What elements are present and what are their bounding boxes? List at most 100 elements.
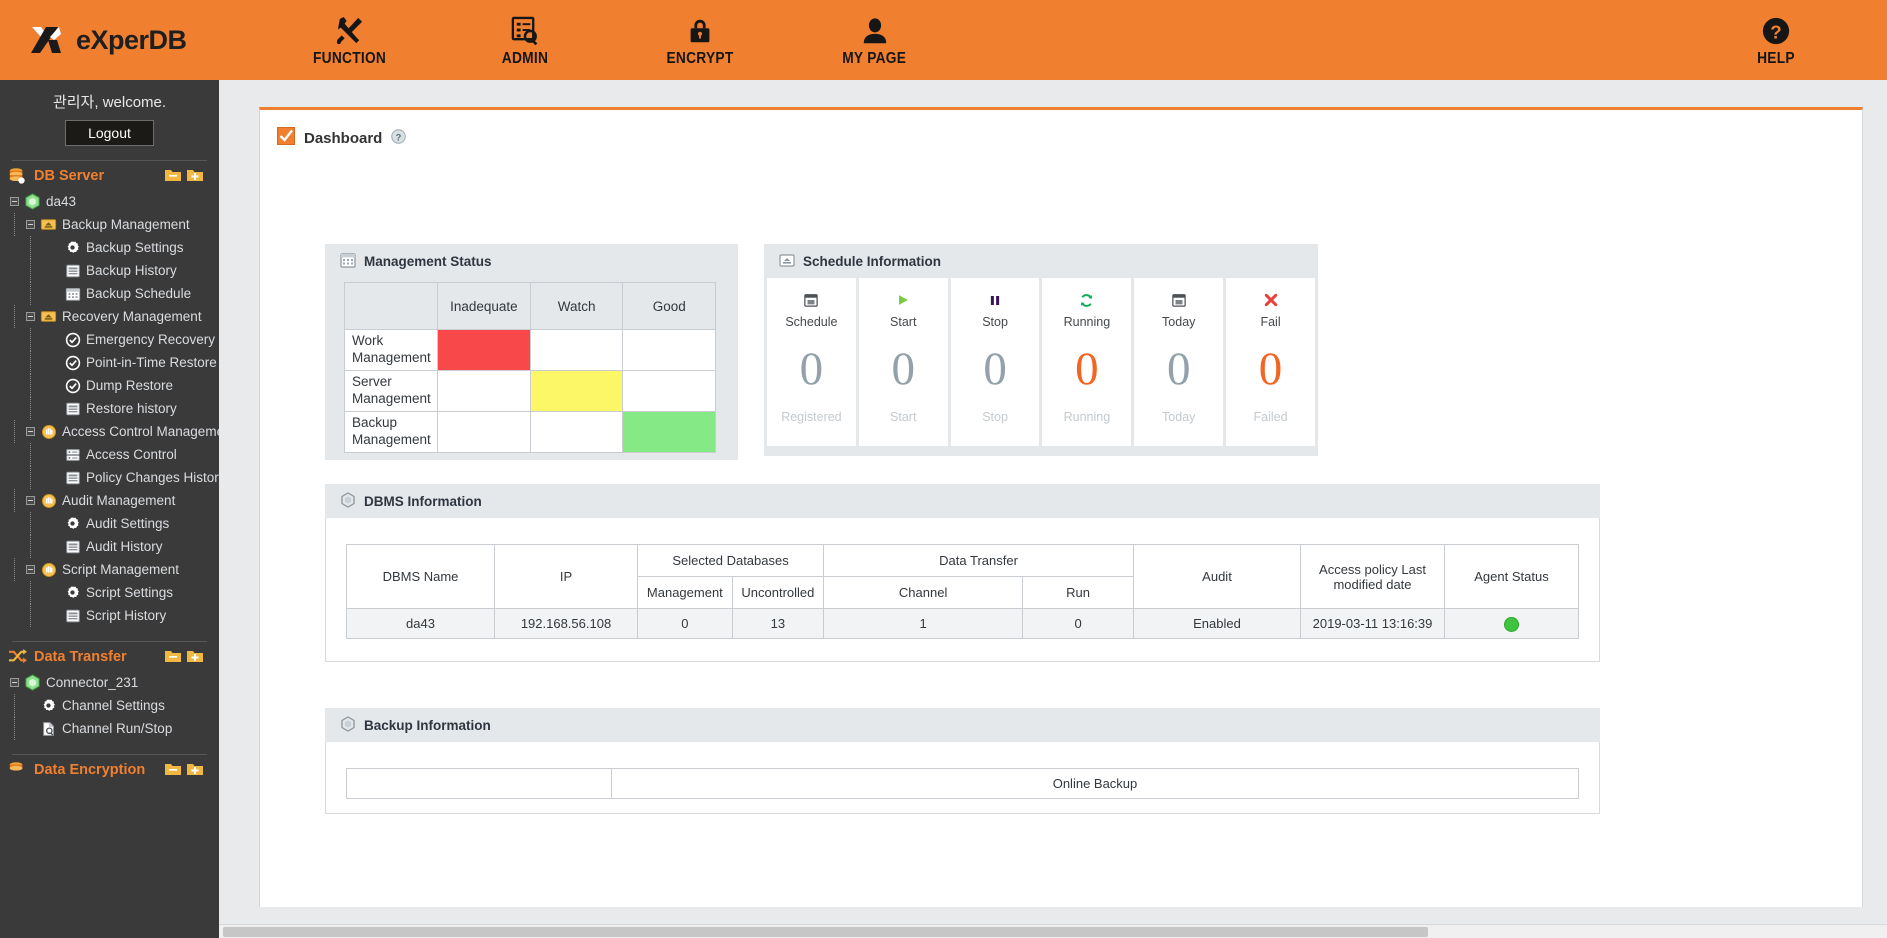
folder-collapse-icon[interactable] xyxy=(165,168,181,187)
dbms-information-body: DBMS Name IP Selected Databases Data Tra… xyxy=(325,518,1600,662)
sidebar-group-data-encryption[interactable]: Data Encryption xyxy=(0,755,219,784)
management-status-row-label: Work Management xyxy=(344,329,438,371)
dbms-information-panel: DBMS Information DBMS Name IP Selected D… xyxy=(325,484,1600,662)
sidebar-item-label: Emergency Recovery xyxy=(86,332,216,347)
calendar-icon xyxy=(63,286,82,302)
sidebar-item-script-management[interactable]: Script Management xyxy=(0,558,219,581)
sidebar-item-audit-management[interactable]: Audit Management xyxy=(0,489,219,512)
management-status-cell-watch xyxy=(529,411,624,453)
folder-add-icon[interactable] xyxy=(187,649,203,668)
sidebar-item-audit-settings[interactable]: Audit Settings xyxy=(0,512,219,535)
schedule-card-running[interactable]: Running 0 Running xyxy=(1042,278,1132,446)
sidebar-item-label: Backup History xyxy=(86,263,177,278)
table-row[interactable]: da43 192.168.56.108 0 13 1 0 Enabled 2019-03-11… xyxy=(346,608,1579,639)
schedule-card-stop[interactable]: Stop 0 Stop xyxy=(950,278,1040,446)
horizontal-scrollbar-thumb[interactable] xyxy=(223,927,1428,937)
tree-guide-line xyxy=(30,259,31,282)
folder-add-icon[interactable] xyxy=(187,762,203,781)
schedule-card-label: Fail xyxy=(1260,315,1281,329)
schedule-card-footer: Running xyxy=(1063,410,1111,424)
tree-guide-line xyxy=(30,374,31,397)
sidebar-group-data-transfer[interactable]: Data Transfer xyxy=(0,642,219,671)
management-status-row: Work Management xyxy=(344,329,716,371)
sidebar-item-channel-settings[interactable]: Channel Settings xyxy=(0,694,219,717)
tree-expander-toggle[interactable] xyxy=(26,312,35,321)
nav-item-admin[interactable]: ADMIN xyxy=(437,0,612,80)
sidebar-item-policy-changes-history[interactable]: Policy Changes History xyxy=(0,466,219,489)
nav-item-function[interactable]: FUNCTION xyxy=(262,0,437,80)
dbms-col-management: Management xyxy=(637,576,733,609)
tree-expander-toggle[interactable] xyxy=(26,427,35,436)
help-circle-icon[interactable]: ? xyxy=(391,128,407,149)
schedule-card-label: Start xyxy=(890,315,917,329)
clipboard-search-icon xyxy=(509,12,540,46)
brand-name: eXperDB xyxy=(76,24,187,55)
tree-expander-toggle[interactable] xyxy=(26,496,35,505)
sidebar-item-channel-run-stop[interactable]: Channel Run/Stop xyxy=(0,717,219,740)
schedule-information-title: Schedule Information xyxy=(803,253,942,269)
sidebar-group-db-server[interactable]: DB Server xyxy=(0,161,219,190)
hexagon-icon xyxy=(340,715,356,735)
tree-expander-toggle[interactable] xyxy=(26,220,35,229)
schedule-card-label: Stop xyxy=(982,315,1008,329)
tree-guide-line xyxy=(30,397,31,420)
folder-collapse-icon[interactable] xyxy=(165,649,181,668)
sidebar-item-label: Backup Schedule xyxy=(86,286,192,301)
management-status-cell-inadequate xyxy=(436,411,531,453)
management-status-header-row: Inadequate Watch Good xyxy=(344,282,716,330)
sidebar-item-label: Backup Settings xyxy=(86,240,184,255)
sidebar-item-da43[interactable]: da43 xyxy=(0,190,219,213)
schedule-card-schedule[interactable]: Schedule 0 Registered xyxy=(767,278,856,446)
tree-expander-toggle[interactable] xyxy=(10,678,19,687)
sidebar-item-script-history[interactable]: Script History xyxy=(0,604,219,627)
sidebar-item-backup-settings[interactable]: Backup Settings xyxy=(0,236,219,259)
sidebar-item-access-control-management[interactable]: Access Control Management xyxy=(0,420,219,443)
check-circle-icon xyxy=(63,355,82,371)
hexagon-icon xyxy=(340,491,356,511)
tree-expander-toggle[interactable] xyxy=(26,565,35,574)
sidebar-item-label: Audit History xyxy=(86,539,163,554)
logout-button[interactable]: Logout xyxy=(65,120,154,146)
folder-collapse-icon[interactable] xyxy=(165,762,181,781)
sidebar-item-recovery-management[interactable]: Recovery Management xyxy=(0,305,219,328)
gear-icon xyxy=(39,698,58,713)
sidebar-item-point-in-time-restore[interactable]: Point-in-Time Restore xyxy=(0,351,219,374)
tree-guide-line xyxy=(30,236,31,259)
nav-label-help: HELP xyxy=(1756,50,1795,67)
cube-icon xyxy=(23,193,42,210)
backup-col-online-backup: Online Backup xyxy=(611,768,1579,799)
sidebar-item-backup-schedule[interactable]: Backup Schedule xyxy=(0,282,219,305)
sidebar-item-label: Access Control xyxy=(86,447,177,462)
nav-item-encrypt[interactable]: ENCRYPT xyxy=(612,0,787,80)
folder-add-icon[interactable] xyxy=(187,168,203,187)
sidebar-item-connector-231[interactable]: Connector_231 xyxy=(0,671,219,694)
sidebar-item-script-settings[interactable]: Script Settings xyxy=(0,581,219,604)
schedule-information-title-bar: Schedule Information xyxy=(764,244,1318,278)
sidebar-item-backup-history[interactable]: Backup History xyxy=(0,259,219,282)
nav-item-my-page[interactable]: MY PAGE xyxy=(787,0,962,80)
tree-expander-toggle[interactable] xyxy=(10,197,19,206)
sidebar-item-audit-history[interactable]: Audit History xyxy=(0,535,219,558)
page-title: Dashboard xyxy=(304,130,383,147)
horizontal-scrollbar-track[interactable] xyxy=(219,924,1887,938)
tree-guide-line xyxy=(14,420,15,443)
schedule-card-fail[interactable]: Fail 0 Failed xyxy=(1226,278,1315,446)
sidebar-item-label: da43 xyxy=(46,194,77,209)
sidebar-item-access-control[interactable]: Access Control xyxy=(0,443,219,466)
user-icon xyxy=(860,12,890,46)
agent-status-cell xyxy=(1444,608,1579,639)
sidebar-item-label: Channel Run/Stop xyxy=(62,721,173,736)
sidebar-item-emergency-recovery[interactable]: Emergency Recovery xyxy=(0,328,219,351)
sidebar-tree-db-server: da43 Backup Management Backup Settings Back… xyxy=(0,190,219,627)
list-icon xyxy=(63,263,82,279)
schedule-card-start[interactable]: Start 0 Start xyxy=(858,278,948,446)
sidebar-item-restore-history[interactable]: Restore history xyxy=(0,397,219,420)
nav-item-help[interactable]: ? HELP xyxy=(1688,0,1863,80)
sidebar-item-dump-restore[interactable]: Dump Restore xyxy=(0,374,219,397)
brand-logo-area[interactable]: eXperDB xyxy=(0,0,262,80)
sidebar-item-label: Audit Settings xyxy=(86,516,170,531)
check-circle-icon xyxy=(63,378,82,394)
sidebar-item-label: Backup Management xyxy=(62,217,190,232)
schedule-card-today[interactable]: Today 0 Today xyxy=(1134,278,1224,446)
sidebar-item-backup-management[interactable]: Backup Management xyxy=(0,213,219,236)
